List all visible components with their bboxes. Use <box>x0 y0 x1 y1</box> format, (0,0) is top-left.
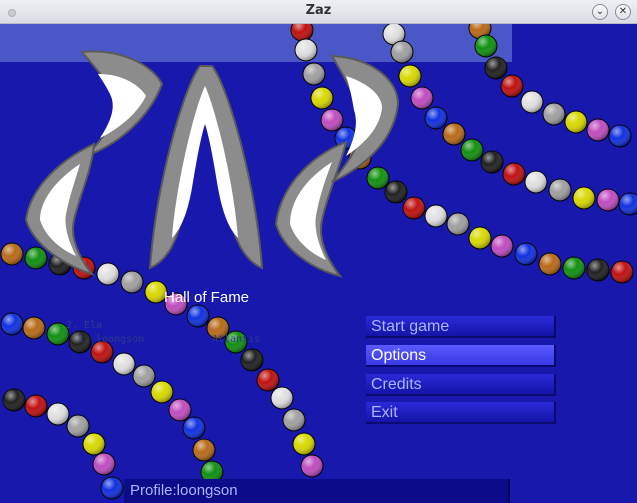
ball-shine <box>385 181 407 203</box>
ball-shine <box>443 123 465 145</box>
ball-shine <box>25 395 47 417</box>
score-name: Ela <box>84 320 103 331</box>
ball-shine <box>491 235 513 257</box>
ball-shine <box>121 271 143 293</box>
credits-button[interactable]: Credits <box>366 374 556 396</box>
ball-shine <box>293 433 315 455</box>
ball-shine <box>485 57 507 79</box>
ball-shine <box>133 365 155 387</box>
ball-shine <box>525 171 547 193</box>
ball-shine <box>321 109 343 131</box>
ball-shine <box>303 63 325 85</box>
close-icon: ✕ <box>618 6 628 17</box>
ball-shine <box>113 353 135 375</box>
ball-shine <box>1 243 23 265</box>
profile-selector[interactable]: Profile:loongson <box>124 479 510 503</box>
score-rank: 2. <box>66 320 79 331</box>
ball-shine <box>587 119 609 141</box>
ball-shine <box>271 387 293 409</box>
start-game-button[interactable]: Start game <box>366 316 556 338</box>
ball-shine <box>399 65 421 87</box>
window-title: Zaz <box>305 3 332 18</box>
ball-shine <box>295 39 317 61</box>
ball-shine <box>67 415 89 437</box>
ball-shine <box>391 41 413 63</box>
ball-shine <box>25 247 47 269</box>
ball-shine <box>543 103 565 125</box>
game-canvas[interactable]: Hall of Fame 2. Ela 1. loongson Atlantis… <box>0 24 637 503</box>
ball-shine <box>403 197 425 219</box>
ball-shine <box>515 243 537 265</box>
ball-shine <box>83 433 105 455</box>
ball-shine <box>609 125 631 147</box>
minimize-button[interactable]: ⌄ <box>592 4 608 20</box>
ball-shine <box>425 205 447 227</box>
ball-shine <box>425 107 447 129</box>
ball-shine <box>187 305 209 327</box>
ball-shine <box>411 87 433 109</box>
ball-shine <box>93 453 115 475</box>
ball-shine <box>461 139 483 161</box>
ball-shine <box>23 317 45 339</box>
ball-shine <box>3 389 25 411</box>
ball-shine <box>447 213 469 235</box>
ball-shine <box>503 163 525 185</box>
ball-shine <box>47 403 69 425</box>
game-scene <box>0 24 637 500</box>
ball-shine <box>183 417 205 439</box>
score-rank: 1. <box>78 334 91 345</box>
ball-shine <box>1 313 23 335</box>
ball-shine <box>539 253 561 275</box>
ball-shine <box>475 35 497 57</box>
ball-shine <box>573 187 595 209</box>
ball-shine <box>193 439 215 461</box>
ball-shine <box>169 399 191 421</box>
ball-shine <box>597 189 619 211</box>
ball-shine <box>97 263 119 285</box>
exit-button[interactable]: Exit <box>366 402 556 424</box>
ball-shine <box>549 179 571 201</box>
ball-shine <box>469 227 491 249</box>
ball-shine <box>565 111 587 133</box>
zaz-logo <box>24 50 400 278</box>
score-entry: 2. Ela <box>66 320 102 331</box>
score-level: Atlantis <box>212 334 261 345</box>
ball-shine <box>611 261 633 283</box>
ball-shine <box>301 455 323 477</box>
chevron-down-icon: ⌄ <box>595 6 605 17</box>
ball-shine <box>101 477 123 499</box>
ball-shine <box>481 151 503 173</box>
title-bar[interactable]: Zaz ⌄ ✕ <box>0 0 637 24</box>
hall-of-fame-title: Hall of Fame <box>164 289 250 306</box>
options-button[interactable]: Options <box>366 345 556 367</box>
ball-shine <box>501 75 523 97</box>
ball-shine <box>521 91 543 113</box>
ball-shine <box>257 369 279 391</box>
score-entry: 1. loongson <box>78 334 144 345</box>
ball-shine <box>283 409 305 431</box>
ball-shine <box>587 259 609 281</box>
ball-shine <box>241 349 263 371</box>
ball-shine <box>367 167 389 189</box>
ball-shine <box>311 87 333 109</box>
score-name: loongson <box>96 334 145 345</box>
close-button[interactable]: ✕ <box>615 4 631 20</box>
ball-shine <box>563 257 585 279</box>
ball-shine <box>151 381 173 403</box>
